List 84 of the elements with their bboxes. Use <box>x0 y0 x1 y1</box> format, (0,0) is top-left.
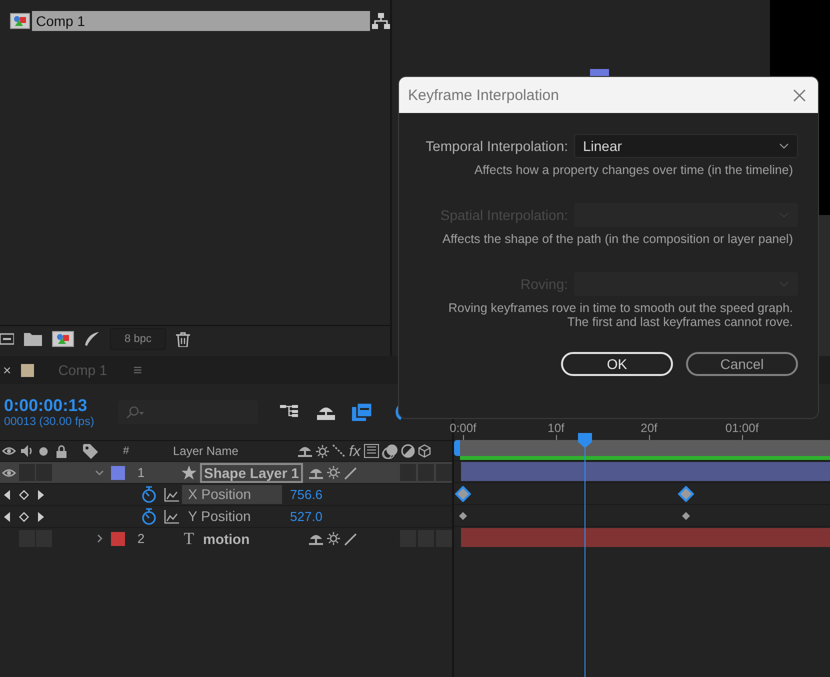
field-label: Temporal Interpolation: <box>426 138 568 154</box>
feather-icon[interactable] <box>84 332 100 346</box>
frame-blend-icon <box>364 444 379 458</box>
keyframe-icon[interactable] <box>678 486 694 502</box>
add-keyframe-icon[interactable] <box>19 490 29 500</box>
folder-icon[interactable] <box>24 332 42 346</box>
sun-icon <box>326 532 340 545</box>
ruler-label: 01:00f <box>725 421 759 435</box>
ruler-label: 20f <box>640 421 658 435</box>
layer-name[interactable]: motion <box>200 530 253 546</box>
composition-icon <box>10 13 30 29</box>
motion-blur-icon <box>382 444 398 458</box>
layer-row[interactable]: 1 Shape Layer 1 <box>0 461 452 483</box>
quality-icon <box>332 444 346 458</box>
composition-icon[interactable] <box>52 331 74 347</box>
comp-swatch-icon <box>21 364 34 376</box>
property-name[interactable]: X Position <box>182 485 282 504</box>
playhead[interactable] <box>577 433 593 677</box>
sun-icon <box>316 444 329 458</box>
column-header: Layer Name <box>173 443 240 460</box>
field-hint: Affects how a property changes over time (in the timeline) <box>473 163 794 177</box>
add-keyframe-icon[interactable] <box>19 512 29 522</box>
next-keyframe-icon[interactable] <box>37 512 44 522</box>
eye-icon <box>2 468 16 478</box>
graph-icon[interactable] <box>164 488 178 502</box>
switch-box[interactable] <box>436 464 452 481</box>
cube-icon <box>418 444 431 458</box>
label-swatch[interactable] <box>111 532 125 546</box>
property-name[interactable]: Y Position <box>182 507 282 526</box>
frame-blend-icon[interactable] <box>352 403 372 421</box>
previous-keyframe-icon[interactable] <box>4 512 11 522</box>
flowchart-icon[interactable] <box>280 404 300 420</box>
switch-box[interactable] <box>436 530 452 547</box>
flowchart-icon[interactable] <box>372 13 390 29</box>
layer-row[interactable]: 2 T motion <box>0 527 452 549</box>
current-time[interactable]: 0:00:00:13 <box>4 396 118 416</box>
graph-icon[interactable] <box>164 510 178 524</box>
property-value[interactable]: 756.6 <box>286 484 323 505</box>
lock-icon <box>56 444 66 458</box>
field-hint: Affects the shape of the path (in the composition or layer panel) <box>441 232 794 246</box>
ruler-label: 0:00f <box>450 421 476 435</box>
trash-icon[interactable] <box>176 332 190 346</box>
dialog-button[interactable]: OK <box>561 352 673 376</box>
eye-icon <box>2 446 16 456</box>
chevron-down-icon[interactable] <box>94 468 104 477</box>
frame-info: 00013 (30.00 fps) <box>4 416 96 428</box>
project-item[interactable]: Comp 1 <box>32 11 370 31</box>
next-keyframe-icon[interactable] <box>37 490 44 500</box>
text-layer-icon: T <box>184 528 194 548</box>
search-field[interactable] <box>118 400 258 424</box>
adjustment-icon <box>400 444 415 458</box>
layer-number: 1 <box>136 464 146 482</box>
keyframe-icon[interactable] <box>455 486 471 502</box>
tag-icon <box>82 444 98 458</box>
footage-icon[interactable] <box>0 333 14 345</box>
sun-icon <box>326 466 340 479</box>
property-value[interactable]: 527.0 <box>286 506 323 527</box>
effects-header: fx <box>349 442 361 460</box>
label-swatch[interactable] <box>111 466 125 480</box>
bit-depth-button[interactable]: 8 bpc <box>110 328 166 350</box>
speaker-icon <box>20 445 32 457</box>
layer-number: 2 <box>136 530 146 548</box>
close-tab-button[interactable]: × <box>3 362 12 378</box>
field-hint: Roving keyframes rove in time to smooth out the speed graph. <box>447 301 794 315</box>
solo-icon <box>39 446 48 456</box>
quality-icon <box>342 532 356 546</box>
search-icon <box>126 406 146 418</box>
chevron-down-icon[interactable] <box>779 143 789 149</box>
quality-icon <box>342 466 356 480</box>
ruler-label: 10f <box>548 421 564 435</box>
close-icon[interactable] <box>793 88 806 102</box>
dialog-button[interactable]: Cancel <box>686 352 798 376</box>
dialog-title: Keyframe Interpolation <box>408 86 559 104</box>
column-header: # <box>122 444 130 459</box>
previous-keyframe-icon[interactable] <box>4 490 11 500</box>
layer-name[interactable]: Shape Layer 1 <box>200 462 303 482</box>
chevron-right-icon[interactable] <box>94 534 104 543</box>
interpolation-dropdown[interactable]: Linear <box>574 134 798 158</box>
panel-menu-button[interactable]: ≡ <box>133 362 142 378</box>
field-hint: The first and last keyframes cannot rove. <box>566 315 794 329</box>
shy-icon <box>297 444 313 458</box>
stopwatch-icon[interactable] <box>141 486 157 503</box>
star-icon <box>181 465 197 480</box>
stopwatch-icon[interactable] <box>141 508 157 525</box>
